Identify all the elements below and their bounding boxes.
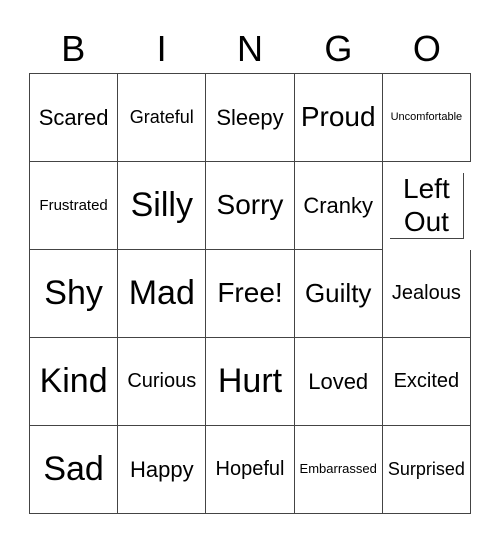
bingo-cell[interactable]: Shy <box>30 250 119 338</box>
bingo-grid: Scared Grateful Sleepy Proud Uncomfortab… <box>29 73 471 514</box>
header-letter-i: I <box>156 28 167 69</box>
bingo-cell[interactable]: Sleepy <box>206 74 295 162</box>
bingo-cell[interactable]: Sorry <box>206 162 295 250</box>
bingo-cell[interactable]: Excited <box>382 338 471 426</box>
header-letter-o: O <box>412 28 441 69</box>
bingo-cell[interactable]: Kind <box>30 338 119 426</box>
bingo-cell[interactable]: Cranky <box>294 162 383 250</box>
header-letter-n: N <box>237 28 264 69</box>
bingo-cell[interactable]: Happy <box>118 426 207 514</box>
bingo-cell[interactable]: Mad <box>118 250 207 338</box>
bingo-header: B I N G O <box>29 25 471 73</box>
bingo-cell[interactable]: Frustrated <box>30 162 119 250</box>
bingo-cell[interactable]: Hopeful <box>206 426 295 514</box>
bingo-cell[interactable]: Surprised <box>382 426 471 514</box>
bingo-cell[interactable]: Hurt <box>206 338 295 426</box>
bingo-cell[interactable]: Jealous <box>382 250 471 338</box>
bingo-cell[interactable]: Grateful <box>118 74 207 162</box>
bingo-cell[interactable]: Embarrassed <box>294 426 383 514</box>
bingo-cell[interactable]: Silly <box>118 162 207 250</box>
bingo-cell[interactable]: Left Out <box>389 173 464 239</box>
bingo-cell[interactable]: Scared <box>30 74 119 162</box>
bingo-cell[interactable]: Proud <box>294 74 383 162</box>
bingo-cell[interactable]: Sad <box>30 426 119 514</box>
bingo-cell-free[interactable]: Free! <box>206 250 295 338</box>
header-letter-b: B <box>61 28 86 69</box>
bingo-cell[interactable]: Uncomfortable <box>382 74 471 162</box>
bingo-cell[interactable]: Curious <box>118 338 207 426</box>
bingo-cell[interactable]: Loved <box>294 338 383 426</box>
header-letter-g: G <box>324 28 353 69</box>
bingo-cell[interactable]: Guilty <box>294 250 383 338</box>
